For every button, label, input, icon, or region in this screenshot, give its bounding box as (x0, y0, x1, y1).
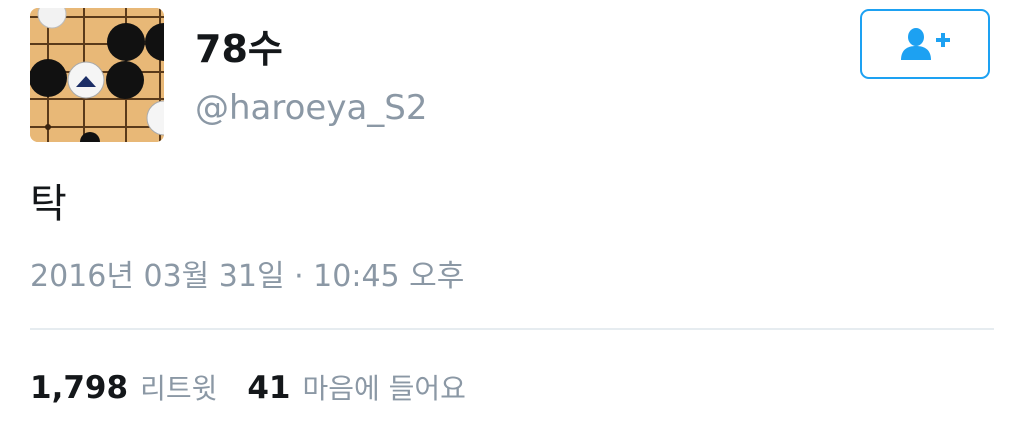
avatar[interactable] (30, 8, 164, 142)
retweets-label: 리트윗 (140, 372, 218, 405)
screen-name[interactable]: @haroeya_S2 (195, 86, 428, 130)
divider (30, 328, 994, 330)
likes-label: 마음에 들어요 (302, 372, 466, 405)
retweets-count: 1,798 (30, 370, 129, 406)
tweet-detail: 78수 @haroeya_S2 탁 2016년 03월 31일 · 10:45 … (0, 0, 1024, 439)
add-user-icon (901, 28, 950, 60)
tweet-timestamp[interactable]: 2016년 03월 31일 · 10:45 오후 (30, 256, 464, 298)
go-board-avatar-icon (30, 8, 164, 142)
likes-stat[interactable]: 41 마음에 들어요 (247, 366, 466, 411)
tweet-text: 탁 (30, 181, 67, 227)
tweet-stats: 1,798 리트윗 41 마음에 들어요 (30, 366, 466, 411)
retweets-stat[interactable]: 1,798 리트윗 (30, 366, 217, 411)
follow-button[interactable] (860, 9, 990, 79)
display-name[interactable]: 78수 (195, 26, 283, 72)
likes-count: 41 (247, 370, 291, 406)
